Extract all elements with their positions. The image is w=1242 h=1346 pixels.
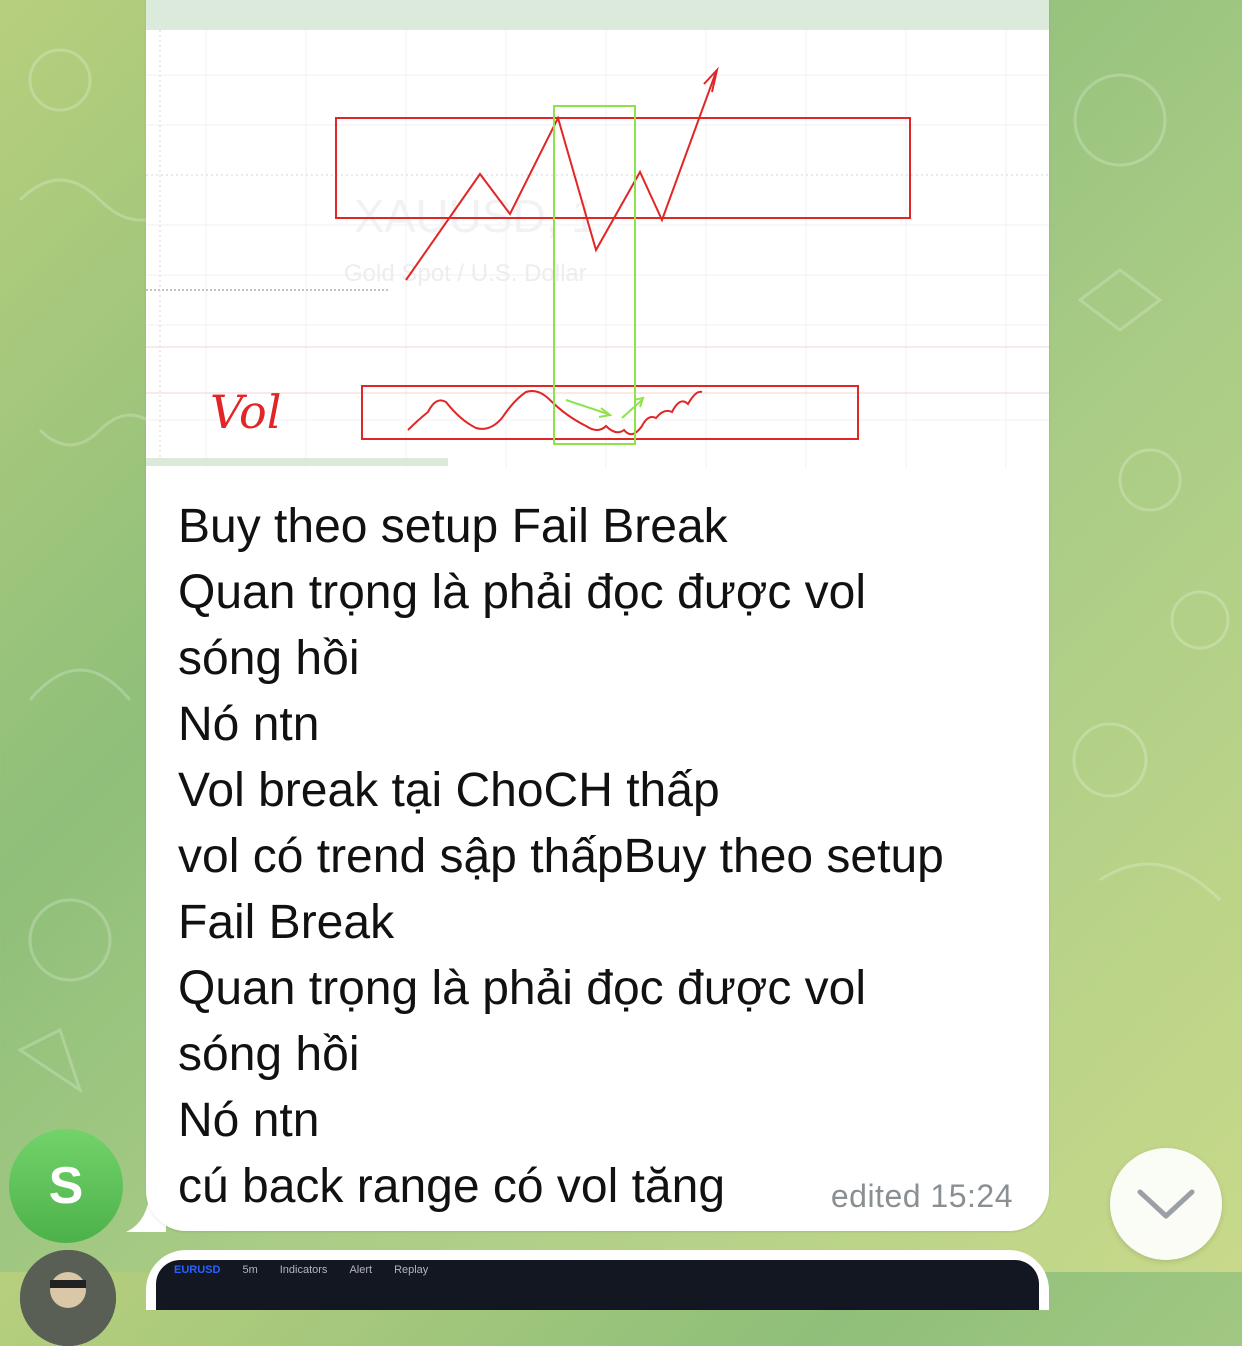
next-sender-avatar[interactable] bbox=[20, 1250, 116, 1346]
chart-screenshot-attachment[interactable]: XAUUSD, 1 Gold Spot / U.S. Dollar Vol bbox=[146, 0, 1049, 468]
tradingview-toolbar: EURUSD 5m Indicators Alert Replay bbox=[156, 1260, 1039, 1310]
toolbar-symbol: EURUSD bbox=[174, 1264, 221, 1276]
sender-avatar[interactable]: S bbox=[9, 1129, 123, 1243]
volume-box bbox=[361, 385, 859, 440]
message-edited-time: edited 15:24 bbox=[830, 1178, 1013, 1214]
price-path bbox=[405, 71, 717, 281]
vol-annotation: Vol bbox=[210, 385, 281, 439]
chevron-down-icon bbox=[1137, 1189, 1195, 1219]
chart-watermark-symbol: XAUUSD, 1 bbox=[354, 190, 597, 242]
message-bubble[interactable]: XAUUSD, 1 Gold Spot / U.S. Dollar Vol Bu… bbox=[146, 0, 1049, 1231]
avatar-initial: S bbox=[48, 1157, 84, 1215]
toolbar-interval: 5m bbox=[242, 1264, 258, 1276]
toolbar-indicators: Indicators bbox=[279, 1264, 328, 1276]
chart-watermark-name: Gold Spot / U.S. Dollar bbox=[344, 260, 587, 287]
message-text: Buy theo setup Fail Break Quan trọng là … bbox=[178, 500, 944, 1213]
next-message-bubble[interactable]: EURUSD 5m Indicators Alert Replay bbox=[146, 1250, 1049, 1310]
scroll-to-bottom-button[interactable] bbox=[1110, 1148, 1222, 1260]
toolbar-alert: Alert bbox=[349, 1264, 373, 1276]
toolbar-replay: Replay bbox=[394, 1264, 429, 1276]
